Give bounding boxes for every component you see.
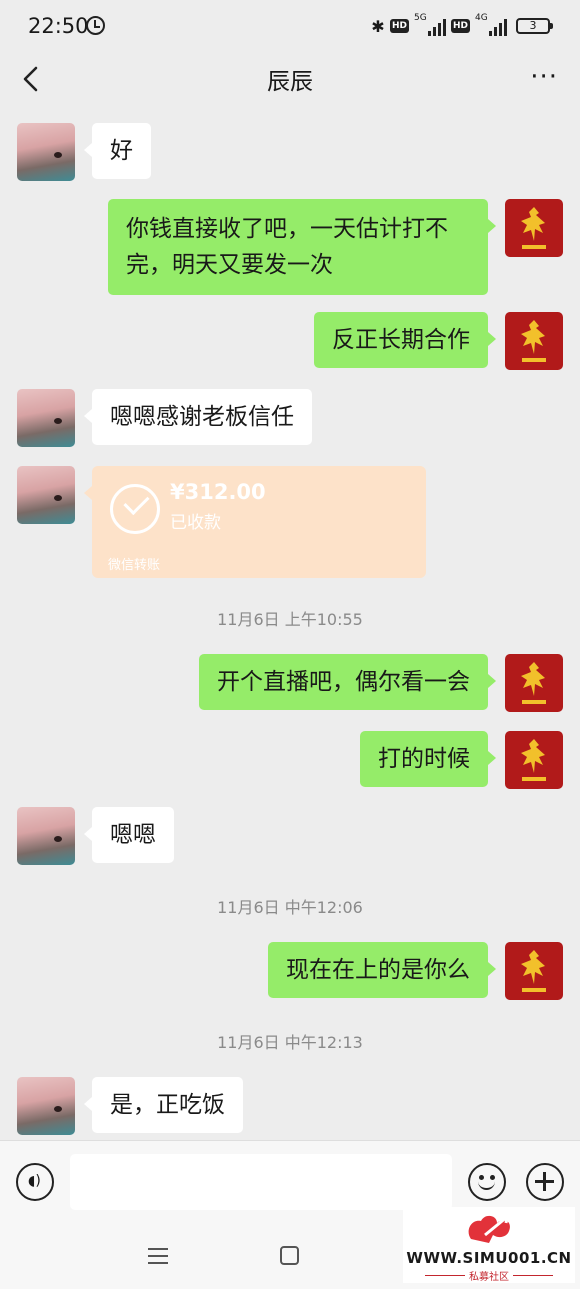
contact-avatar[interactable] xyxy=(17,807,75,865)
signal-5g-icon: 5G xyxy=(413,13,446,36)
add-more-icon[interactable] xyxy=(526,1163,564,1201)
emoji-icon[interactable] xyxy=(468,1163,506,1201)
watermark-name: 私募社区 xyxy=(403,1268,575,1283)
contact-avatar[interactable] xyxy=(17,389,75,447)
contact-avatar[interactable] xyxy=(17,123,75,181)
message-timestamp: 11月6日 中午12:06 xyxy=(217,898,363,917)
contact-avatar[interactable] xyxy=(17,1077,75,1135)
transfer-amount: ¥312.00 xyxy=(170,480,266,504)
message-bubble-outgoing[interactable]: 反正长期合作 xyxy=(314,312,496,368)
watermark-url: WWW.SIMU001.CN xyxy=(406,1249,572,1267)
message-bubble-incoming[interactable]: 是，正吃饭 xyxy=(84,1077,243,1133)
self-avatar[interactable] xyxy=(505,731,563,789)
battery-icon: 3 xyxy=(516,18,553,34)
message-timestamp: 11月6日 上午10:55 xyxy=(217,610,363,629)
message-text-field[interactable] xyxy=(70,1154,452,1210)
transfer-label: 微信转账 xyxy=(108,558,161,573)
signal-4g-icon: 4G xyxy=(475,13,507,36)
alarm-clock-icon xyxy=(86,16,105,35)
hd-badge-2: HD xyxy=(450,19,470,33)
message-bubble-outgoing[interactable]: 现在在上的是你么 xyxy=(268,942,496,998)
status-bar: 22:50 ✱ HD 5G HD 4G 3 xyxy=(0,0,580,52)
self-avatar[interactable] xyxy=(505,312,563,370)
message-bubble-incoming[interactable]: 好 xyxy=(84,123,151,179)
chat-message-list[interactable]: 好 你钱直接收了吧，一天估计打不 完，明天又要发一次 反正长期合作 嗯嗯感谢老板… xyxy=(0,106,580,1140)
chat-header: 辰辰 ··· xyxy=(0,52,580,106)
message-bubble-outgoing[interactable]: 你钱直接收了吧，一天估计打不 完，明天又要发一次 xyxy=(108,199,496,295)
message-timestamp: 11月6日 中午12:13 xyxy=(217,1033,363,1052)
liverbird-crest-icon xyxy=(521,739,546,781)
network-4g-label: 4G xyxy=(475,13,488,23)
more-options-button[interactable]: ··· xyxy=(530,62,558,92)
self-avatar[interactable] xyxy=(505,942,563,1000)
message-bubble-incoming[interactable]: 嗯嗯 xyxy=(84,807,174,863)
watermark-logo-icon xyxy=(468,1215,510,1243)
self-avatar[interactable] xyxy=(505,199,563,257)
site-watermark: WWW.SIMU001.CN 私募社区 xyxy=(403,1207,575,1283)
liverbird-crest-icon xyxy=(521,662,546,704)
message-line: 完，明天又要发一次 xyxy=(126,252,333,278)
message-bubble-incoming[interactable]: 嗯嗯感谢老板信任 xyxy=(84,389,312,445)
transfer-card[interactable]: ¥312.00 已收款 微信转账 xyxy=(84,466,426,578)
voice-input-icon[interactable]: ◖) xyxy=(16,1163,54,1201)
network-5g-label: 5G xyxy=(413,13,427,23)
chat-title: 辰辰 xyxy=(267,69,313,95)
status-indicators: ✱ HD 5G HD 4G 3 xyxy=(371,13,553,37)
status-time: 22:50 xyxy=(28,14,89,38)
recent-apps-icon[interactable] xyxy=(148,1248,168,1264)
self-avatar[interactable] xyxy=(505,654,563,712)
transfer-status: 已收款 xyxy=(170,513,221,533)
checkmark-circle-icon xyxy=(110,484,160,534)
contact-avatar[interactable] xyxy=(17,466,75,524)
liverbird-crest-icon xyxy=(521,950,546,992)
liverbird-crest-icon xyxy=(521,207,546,249)
message-bubble-outgoing[interactable]: 打的时候 xyxy=(360,731,496,787)
liverbird-crest-icon xyxy=(521,320,546,362)
message-line: 你钱直接收了吧，一天估计打不 xyxy=(126,216,448,242)
message-bubble-outgoing[interactable]: 开个直播吧，偶尔看一会 xyxy=(199,654,496,710)
hd-badge-1: HD xyxy=(389,19,409,33)
home-icon[interactable] xyxy=(280,1246,299,1265)
bluetooth-icon: ✱ xyxy=(371,16,385,36)
